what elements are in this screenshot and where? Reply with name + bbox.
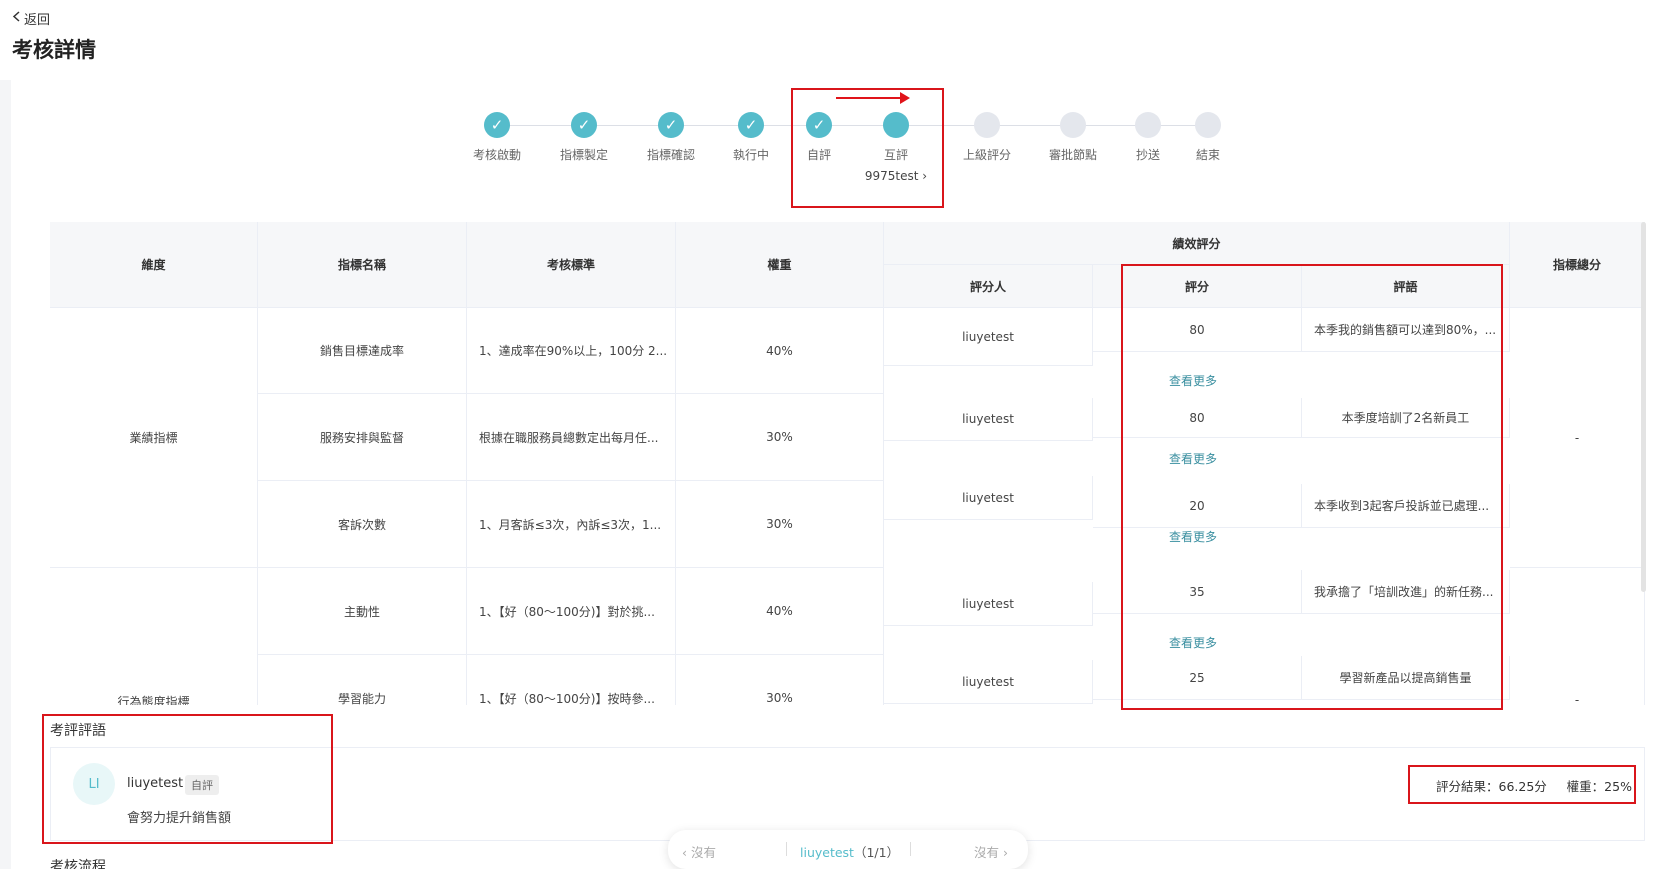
table-scrollbar[interactable] xyxy=(1641,222,1646,592)
step-indicator-setup: ✓ 指標製定 xyxy=(539,112,629,163)
step-indicator-confirm: ✓ 指標確認 xyxy=(626,112,716,163)
step-label: 結束 xyxy=(1195,148,1220,162)
step-label: 指標製定 xyxy=(559,148,608,162)
check-icon: ✓ xyxy=(738,112,764,138)
current-reviewer: liuyetest（1/1） xyxy=(800,845,900,860)
pending-step-dot xyxy=(1060,112,1086,138)
flow-title: 考核流程 xyxy=(50,859,106,869)
col-header-total: 指標總分 xyxy=(1510,222,1645,308)
indicator-name-cell: 服務安排與監督 xyxy=(258,394,467,481)
pending-step-dot xyxy=(1195,112,1221,138)
indicator-name-cell: 客訴次數 xyxy=(258,481,467,568)
col-header-criteria: 考核標準 xyxy=(467,222,676,308)
col-header-weight: 權重 xyxy=(676,222,884,308)
annotation-box-comments xyxy=(42,714,333,844)
weight-cell: 30% xyxy=(676,481,884,568)
step-end: 結束 xyxy=(1163,112,1253,163)
check-icon: ✓ xyxy=(658,112,684,138)
divider xyxy=(786,842,787,856)
step-manager-review: 上級評分 xyxy=(942,112,1032,163)
rater-cell: liuyetest xyxy=(884,476,1093,520)
page-title: 考核詳情 xyxy=(12,38,96,62)
col-header-dimension: 維度 xyxy=(50,222,258,308)
indicator-name-cell: 銷售目標達成率 xyxy=(258,308,467,394)
criteria-cell: 1、【好（80～100分)】按時參... xyxy=(467,655,676,705)
weight-cell: 30% xyxy=(676,394,884,481)
divider xyxy=(910,842,911,856)
chevron-left-icon xyxy=(12,11,21,26)
indicator-name-cell: 主動性 xyxy=(258,568,467,655)
dimension-cell: 業績指標 xyxy=(50,308,258,568)
dimension-cell: 行為態度指標 xyxy=(50,568,258,705)
step-label: 指標確認 xyxy=(646,148,695,162)
criteria-cell: 1、【好（80～100分)】對於挑... xyxy=(467,568,676,655)
pending-step-dot xyxy=(1135,112,1161,138)
back-label: 返回 xyxy=(24,13,51,28)
col-header-performance: 績效評分 xyxy=(884,222,1510,265)
rater-cell: liuyetest xyxy=(884,308,1093,366)
pending-step-dot xyxy=(974,112,1000,138)
prev-reviewer-button[interactable]: ‹ 沒有 xyxy=(682,842,716,861)
top-bar: 返回 考核詳情 xyxy=(0,0,1659,80)
col-header-rater: 評分人 xyxy=(884,265,1093,308)
total-cell: - xyxy=(1510,308,1645,568)
rater-cell: liuyetest xyxy=(884,398,1093,441)
back-link[interactable]: 返回 xyxy=(12,9,50,28)
rater-cell: liuyetest xyxy=(884,582,1093,626)
indicator-name-cell: 學習能力 xyxy=(258,655,467,705)
next-reviewer-button[interactable]: 沒有 › xyxy=(974,842,1008,861)
check-icon: ✓ xyxy=(571,112,597,138)
reviewer-pager: ‹ 沒有 liuyetest（1/1） 沒有 › xyxy=(668,830,1028,869)
annotation-box-scores xyxy=(1121,264,1503,710)
criteria-cell: 根據在職服務員總數定出每月任... xyxy=(467,394,676,481)
step-label: 考核啟動 xyxy=(472,148,521,162)
weight-cell: 40% xyxy=(676,308,884,394)
step-kickoff: ✓ 考核啟動 xyxy=(452,112,542,163)
rater-cell: liuyetest xyxy=(884,660,1093,704)
annotation-box-stepper xyxy=(791,88,944,208)
criteria-cell: 1、達成率在90%以上，100分 2... xyxy=(467,308,676,394)
weight-cell: 40% xyxy=(676,568,884,655)
criteria-cell: 1、月客訴≤3次，內訴≤3次，1... xyxy=(467,481,676,568)
weight-cell: 30% xyxy=(676,655,884,705)
check-icon: ✓ xyxy=(484,112,510,138)
col-header-indicator: 指標名稱 xyxy=(258,222,467,308)
total-cell: - xyxy=(1510,568,1645,705)
annotation-box-result xyxy=(1408,765,1636,804)
step-label: 上級評分 xyxy=(962,148,1011,162)
